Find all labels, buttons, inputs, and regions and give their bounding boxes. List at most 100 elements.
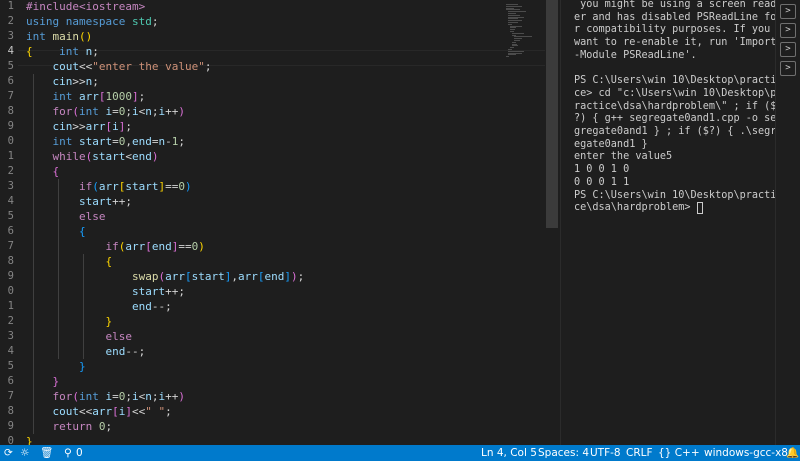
code-token: ( xyxy=(92,180,99,193)
line-number: 4 xyxy=(7,195,14,207)
eol-setting[interactable]: CRLF xyxy=(626,445,653,461)
code-token: cin xyxy=(52,120,73,133)
code-line: } xyxy=(26,434,33,445)
code-token: ; xyxy=(105,420,113,433)
code-token: start xyxy=(191,270,225,283)
line-number-gutter: 1 2 3 4 5 6 7 8 9 0 1 2 3 4 5 6 7 8 9 0 1 2 3 4 5 6 7 8 9 0 xyxy=(0,0,18,445)
code-token: ++ xyxy=(165,285,179,298)
code-token: , xyxy=(125,135,132,148)
indent-guide xyxy=(58,179,59,359)
code-token: #include<iostream> xyxy=(26,0,146,13)
line-number: 6 xyxy=(7,225,14,237)
code-token: i xyxy=(112,120,119,133)
code-token: ; xyxy=(151,105,159,118)
code-line: cin>>n; xyxy=(26,74,99,89)
remote-icon[interactable]: ⟳ xyxy=(4,445,13,461)
minimap-line xyxy=(506,56,509,58)
code-token: ] xyxy=(125,405,132,418)
code-line: } xyxy=(26,359,86,374)
code-token: [ xyxy=(184,270,192,283)
code-token: ; xyxy=(92,45,99,58)
code-line: swap(arr[start],arr[end]); xyxy=(26,269,304,284)
code-token: end xyxy=(151,240,172,253)
trash-icon[interactable]: 🗑 xyxy=(40,445,53,461)
code-token: { xyxy=(52,165,60,178)
code-token: int xyxy=(52,135,79,148)
code-line: { xyxy=(26,224,86,239)
ports-icon[interactable]: ⚲ xyxy=(64,445,72,461)
line-number: 1 xyxy=(7,0,14,12)
code-line: { xyxy=(26,164,60,179)
terminal-tab-icon[interactable]: > xyxy=(780,61,796,76)
code-token: int xyxy=(52,90,79,103)
code-token: int xyxy=(59,45,86,58)
terminal-panel[interactable]: you might be using a screen read er and h… xyxy=(560,0,776,445)
code-token: end xyxy=(105,345,126,358)
code-token: ; xyxy=(151,15,159,28)
code-token: int xyxy=(26,30,53,43)
code-token: - xyxy=(165,135,172,148)
bell-icon[interactable]: 🔔 xyxy=(786,445,799,461)
code-token: } xyxy=(105,315,113,328)
code-token: n xyxy=(145,105,152,118)
code-line: for(int i=0;i<n;i++) xyxy=(26,389,186,404)
code-token: end xyxy=(132,135,152,148)
code-token: if xyxy=(78,180,93,193)
code-token: } xyxy=(52,375,60,388)
code-token: else xyxy=(78,210,106,223)
editor-scrollbar[interactable] xyxy=(546,0,558,228)
compiler-config[interactable]: windows-gcc-x86 xyxy=(704,445,795,461)
line-number: 5 xyxy=(7,210,14,222)
minimap[interactable] xyxy=(500,0,545,445)
code-token: arr xyxy=(237,270,258,283)
code-token: arr xyxy=(125,240,146,253)
code-token: ; xyxy=(92,75,99,88)
code-token: == xyxy=(178,240,192,253)
code-token: for xyxy=(52,390,73,403)
code-line: } xyxy=(26,374,60,389)
terminal-tab-icon[interactable]: > xyxy=(780,4,796,19)
encoding-setting[interactable]: UTF-8 xyxy=(590,445,621,461)
line-number: 0 xyxy=(7,285,14,297)
code-token: ; xyxy=(178,135,185,148)
code-line: start++; xyxy=(26,284,185,299)
line-number: 2 xyxy=(7,165,14,177)
code-token: main xyxy=(52,30,80,43)
code-token: ; xyxy=(125,195,132,208)
code-token: for xyxy=(52,105,73,118)
code-token: arr xyxy=(85,120,106,133)
code-line: start++; xyxy=(26,194,132,209)
language-mode[interactable]: {} C++ xyxy=(658,445,700,461)
terminal-tab-icon[interactable]: > xyxy=(780,23,796,38)
code-line: cout<<"enter the value"; xyxy=(26,59,212,74)
ports-count[interactable]: 0 xyxy=(76,445,83,461)
code-token: [ xyxy=(98,90,106,103)
code-token: << xyxy=(79,60,93,73)
code-token: end xyxy=(264,270,285,283)
code-token: arr xyxy=(165,270,185,283)
indentation-setting[interactable]: Spaces: 4 xyxy=(538,445,589,461)
cursor-position[interactable]: Ln 4, Col 5 xyxy=(481,445,537,461)
code-token: ) xyxy=(290,270,298,283)
code-token: = xyxy=(112,105,119,118)
code-line: int main() xyxy=(26,29,92,44)
code-editor[interactable]: 1 2 3 4 5 6 7 8 9 0 1 2 3 4 5 6 7 8 9 0 1 2 3 4 5 6 7 8 9 0 #include<… xyxy=(0,0,545,445)
code-token: -- xyxy=(125,345,139,358)
line-number: 7 xyxy=(7,90,14,102)
code-line: end--; xyxy=(26,344,145,359)
code-line: using namespace std; xyxy=(26,14,158,29)
debug-icon[interactable]: ☼ xyxy=(20,445,29,461)
code-line: { int n; xyxy=(26,44,99,59)
code-token: i xyxy=(132,390,139,403)
code-token: } xyxy=(78,360,86,373)
code-line: { xyxy=(26,254,112,269)
line-number: 4 xyxy=(7,345,14,357)
code-token: ) xyxy=(184,180,192,193)
terminal-tab-icon[interactable]: > xyxy=(780,42,796,57)
